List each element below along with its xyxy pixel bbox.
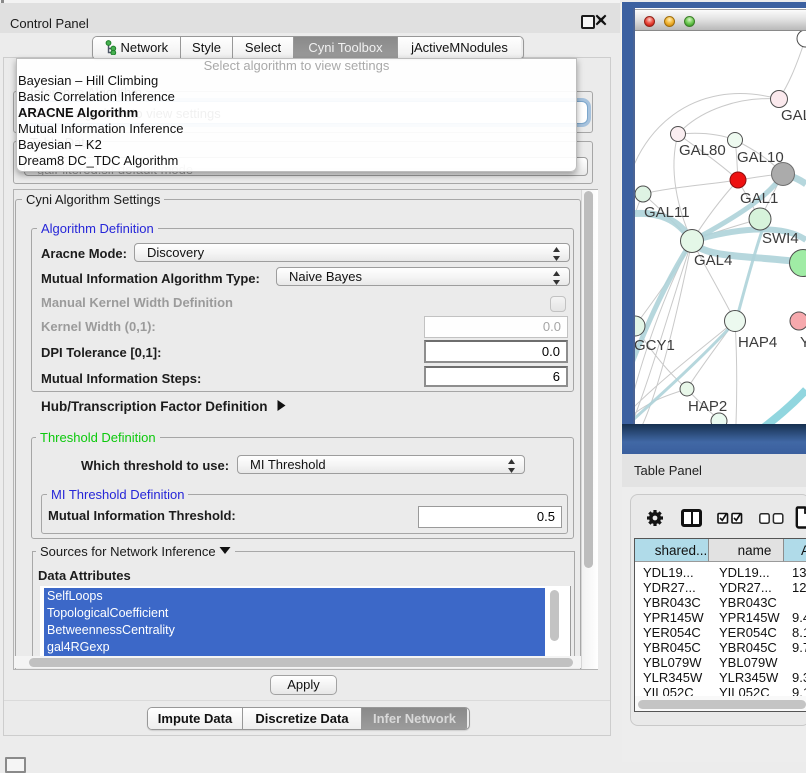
svg-text:GAL4: GAL4 (694, 252, 732, 269)
svg-text:GAL80: GAL80 (679, 142, 726, 159)
svg-text:GAL11: GAL11 (644, 204, 690, 221)
svg-text:HAP2: HAP2 (688, 398, 727, 415)
svg-text:GCY1: GCY1 (635, 337, 675, 354)
svg-text:HAP4: HAP4 (738, 334, 777, 351)
svg-text:GAL1: GAL1 (740, 190, 778, 207)
svg-text:YD: YD (800, 334, 806, 351)
svg-text:SWI4: SWI4 (762, 230, 799, 247)
svg-text:GAL10: GAL10 (737, 149, 784, 166)
svg-text:GAL2: GAL2 (781, 107, 806, 124)
